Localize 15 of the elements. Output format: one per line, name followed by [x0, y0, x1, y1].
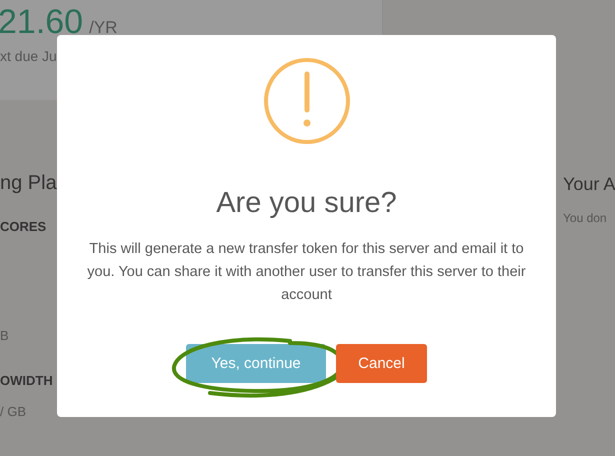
dialog-message: This will generate a new transfer token for this server and email it to you. You can share it with another user to transfer this server to their account: [86, 240, 527, 305]
memory-value: B: [0, 328, 9, 343]
section-heading: Your A: [563, 174, 615, 195]
price-unit: /YR: [89, 18, 118, 38]
cancel-button[interactable]: Cancel: [336, 344, 427, 383]
price-amount: 21.60: [0, 3, 84, 42]
section-text: You don: [563, 211, 608, 225]
due-date-text: xt due Ju: [0, 48, 58, 64]
bandwidth-label: OWIDTH: [0, 373, 53, 388]
confirm-button[interactable]: Yes, continue: [186, 344, 326, 383]
dialog-title: Are you sure?: [216, 187, 397, 220]
cores-label: CORES: [0, 219, 46, 234]
bandwidth-value: / GB: [0, 404, 26, 419]
plan-heading: ng Pla: [0, 172, 57, 195]
exclamation-icon: [262, 57, 350, 145]
